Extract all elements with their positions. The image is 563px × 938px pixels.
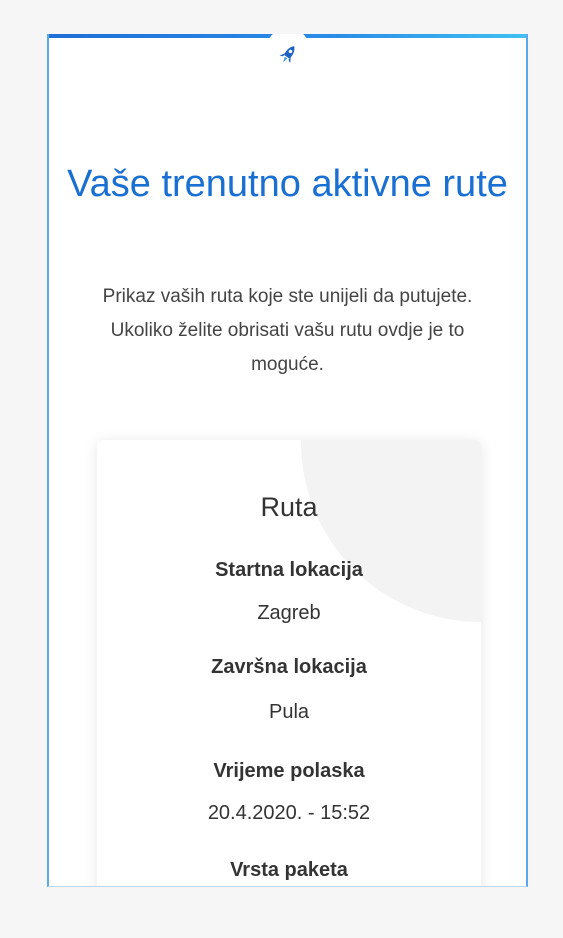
rocket-icon xyxy=(265,34,310,72)
page-title: Vaše trenutno aktivne rute xyxy=(67,163,508,205)
departure-time-label: Vrijeme polaska xyxy=(213,760,365,782)
rocket-icon-graphic xyxy=(279,46,294,64)
route-card: Ruta Startna lokacija Zagreb Završna lok… xyxy=(97,440,481,886)
departure-time-value: 20.4.2020. - 15:52 xyxy=(207,802,371,824)
end-location-value: Pula xyxy=(268,701,310,723)
page: Vaše trenutno aktivne rute Prikaz vaših … xyxy=(0,0,563,938)
page-subtitle: Prikaz vaših ruta koje ste unijeli da pu… xyxy=(102,286,473,375)
content-frame: Vaše trenutno aktivne rute Prikaz vaših … xyxy=(47,34,528,887)
start-location-value: Zagreb xyxy=(257,602,321,624)
route-card-title: Ruta xyxy=(260,492,318,522)
start-location-label: Startna lokacija xyxy=(215,559,363,581)
card-decoration xyxy=(301,440,481,622)
package-type-label: Vrsta paketa xyxy=(230,859,348,881)
end-location-label: Završna lokacija xyxy=(211,656,367,678)
